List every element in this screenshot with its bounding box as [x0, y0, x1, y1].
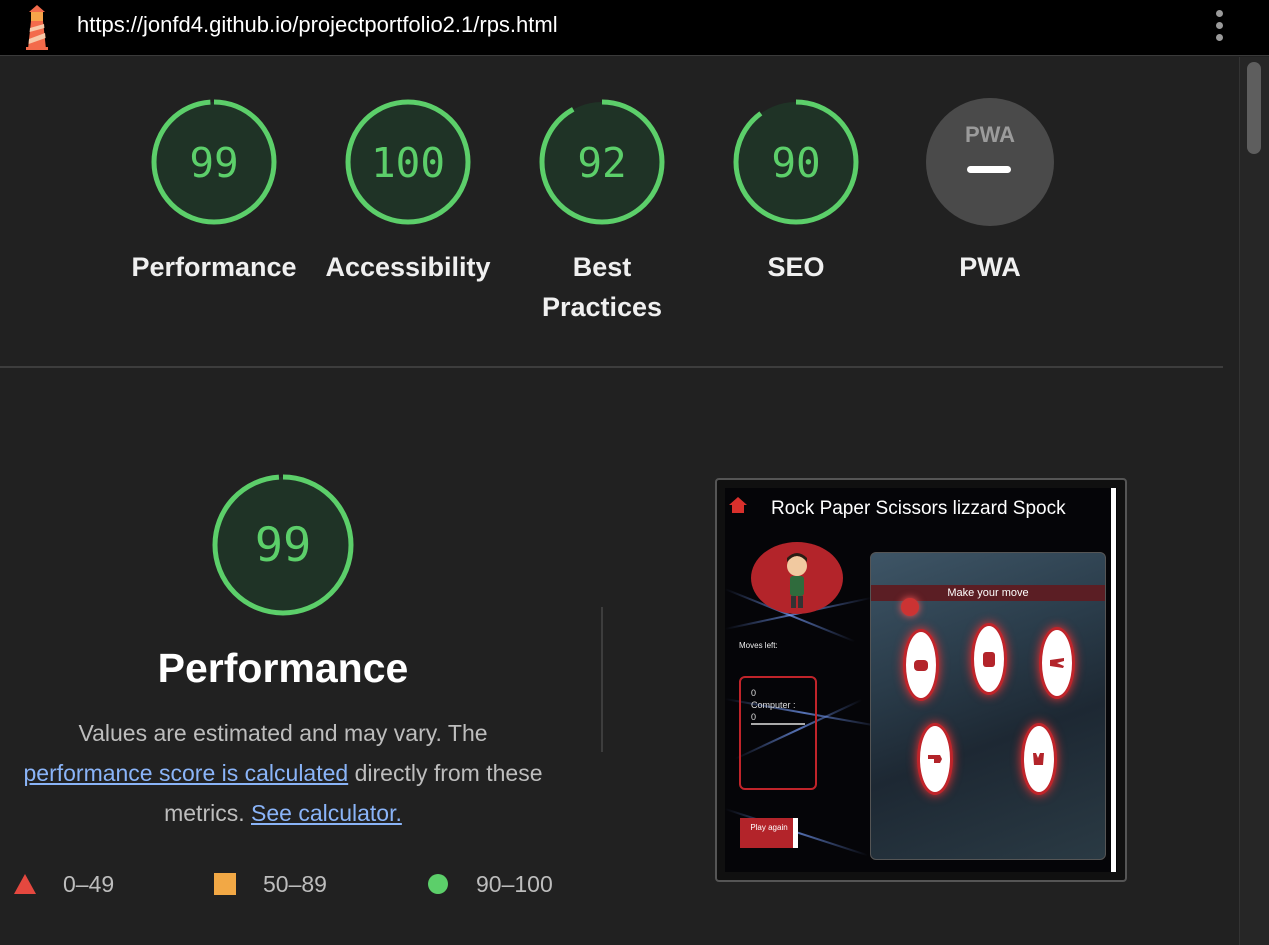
browser-top-bar: https://jonfd4.github.io/projectportfoli…: [0, 0, 1269, 56]
accessibility-gauge-ring: 100: [345, 99, 471, 225]
best-practices-score: 92: [577, 139, 626, 187]
rock-button[interactable]: [903, 629, 939, 701]
gauge-performance[interactable]: 99 Performance: [119, 97, 309, 287]
scissors-icon: [1050, 658, 1064, 668]
score-calculated-link[interactable]: performance score is calculated: [23, 760, 348, 786]
gauge-pwa[interactable]: PWA PWA: [895, 97, 1085, 287]
gauge-best-practices[interactable]: 92 Best Practices: [507, 97, 697, 327]
triangle-icon: [14, 874, 36, 894]
scissors-button[interactable]: [1039, 627, 1075, 699]
seo-score: 90: [771, 139, 820, 187]
lizard-button[interactable]: [917, 723, 953, 795]
score-box: 0 Computer : 0: [739, 676, 817, 790]
play-again-button[interactable]: Play again: [740, 818, 798, 848]
paper-icon: [983, 652, 995, 667]
kebab-menu-icon[interactable]: [1208, 8, 1230, 46]
gauge-accessibility[interactable]: 100 Accessibility: [313, 97, 503, 287]
spock-button[interactable]: [1021, 723, 1057, 795]
lizard-icon: [928, 755, 942, 763]
see-calculator-link[interactable]: See calculator.: [251, 800, 402, 826]
spock-icon: [1033, 753, 1044, 765]
pwa-label: PWA: [959, 252, 1021, 282]
accessibility-label: Accessibility: [325, 252, 491, 282]
circle-icon: [428, 874, 448, 894]
performance-score: 99: [189, 139, 238, 187]
performance-description: Values are estimated and may vary. The p…: [0, 713, 566, 833]
pwa-gauge-ring: PWA: [926, 98, 1054, 226]
lighthouse-icon: [26, 5, 48, 50]
player-score: 0: [751, 688, 757, 698]
pwa-badge-text: PWA: [965, 122, 1015, 147]
seo-gauge-ring: 90: [733, 99, 859, 225]
moves-left-label: Moves left:: [739, 641, 778, 650]
game-title: Rock Paper Scissors lizzard Spock: [771, 498, 1066, 519]
legend-pass-label: 90–100: [476, 871, 553, 897]
make-your-move-label: Make your move: [947, 587, 1029, 599]
scrollbar-thumb[interactable]: [1247, 62, 1261, 154]
scrollbar-track[interactable]: [1239, 57, 1269, 945]
performance-gauge-ring: 99: [151, 99, 277, 225]
best-practices-gauge-ring: 92: [539, 99, 665, 225]
seo-label: SEO: [767, 252, 825, 282]
square-icon: [214, 873, 236, 895]
performance-big-gauge: 99: [212, 474, 354, 616]
desc-text-1: Values are estimated and may vary. The: [78, 720, 488, 746]
performance-big-score: 99: [255, 518, 312, 573]
computer-score: 0: [751, 712, 757, 722]
player-avatar: [751, 542, 843, 614]
performance-title: Performance: [157, 645, 409, 691]
performance-label: Performance: [131, 252, 297, 282]
accessibility-score: 100: [371, 139, 445, 187]
rock-icon: [914, 660, 928, 671]
paper-button[interactable]: [971, 623, 1007, 695]
game-scene: Make your move: [870, 552, 1106, 860]
section-divider: [0, 366, 1223, 368]
legend-fail-label: 0–49: [63, 871, 115, 897]
final-screenshot: Rock Paper Scissors lizzard Spock Moves …: [725, 488, 1117, 872]
vertical-separator: [601, 607, 603, 752]
gauge-seo[interactable]: 90 SEO: [701, 97, 891, 287]
page-url[interactable]: https://jonfd4.github.io/projectportfoli…: [77, 12, 558, 38]
legend-average-label: 50–89: [263, 871, 327, 897]
best-practices-label: Best Practices: [541, 252, 663, 322]
computer-label: Computer :: [751, 700, 796, 710]
home-icon: [729, 497, 747, 513]
dash-icon: [967, 166, 1011, 173]
